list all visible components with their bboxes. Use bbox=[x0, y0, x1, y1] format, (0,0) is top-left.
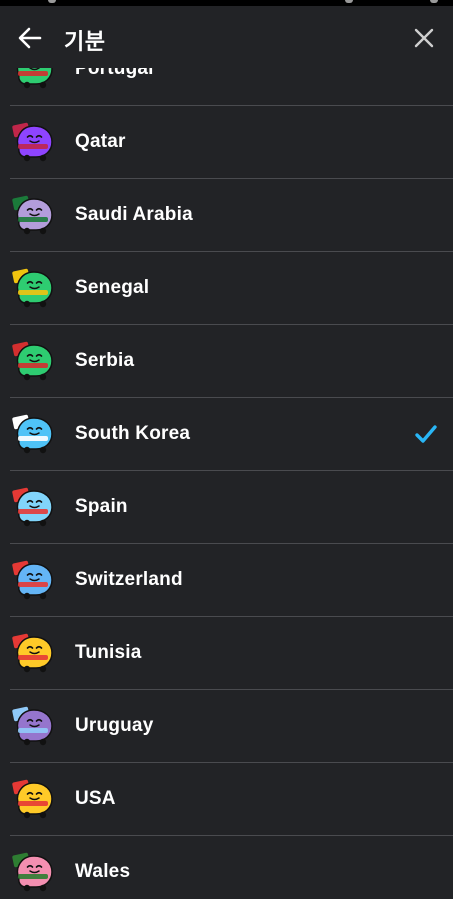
mood-label: Wales bbox=[75, 861, 131, 882]
list-item[interactable]: Tunisia bbox=[10, 617, 453, 690]
mood-label: Saudi Arabia bbox=[75, 204, 193, 225]
status-icon bbox=[345, 0, 353, 3]
list-item[interactable]: Spain bbox=[10, 471, 453, 544]
mood-avatar-icon bbox=[12, 558, 56, 602]
status-icon bbox=[48, 0, 56, 3]
list-item[interactable]: Switzerland bbox=[10, 544, 453, 617]
mood-label: Spain bbox=[75, 496, 128, 517]
mood-label: USA bbox=[75, 788, 116, 809]
mood-label: Switzerland bbox=[75, 569, 183, 590]
mood-avatar-icon bbox=[12, 631, 56, 675]
close-icon bbox=[414, 28, 434, 48]
close-button[interactable] bbox=[408, 22, 440, 54]
list-item[interactable]: Wales bbox=[10, 836, 453, 899]
checkmark-icon bbox=[414, 423, 438, 445]
mood-avatar-icon bbox=[12, 120, 56, 164]
status-icon bbox=[430, 0, 438, 3]
list-item[interactable]: Serbia bbox=[10, 325, 453, 398]
mood-label: Serbia bbox=[75, 350, 135, 371]
mood-avatar-icon bbox=[12, 704, 56, 748]
mood-avatar-icon bbox=[12, 850, 56, 894]
list-item[interactable]: USA bbox=[10, 763, 453, 836]
list-item[interactable]: Saudi Arabia bbox=[10, 179, 453, 252]
mood-list[interactable]: Portugal Qatar Saudi Arabia Senegal Serbia So… bbox=[0, 33, 453, 899]
mood-avatar-icon bbox=[12, 777, 56, 821]
page-title: 기분 bbox=[64, 29, 106, 54]
list-item[interactable]: Qatar bbox=[10, 106, 453, 179]
mood-label: Senegal bbox=[75, 277, 150, 298]
list-item[interactable]: South Korea bbox=[10, 398, 453, 471]
mood-avatar-icon bbox=[12, 485, 56, 529]
app-header: 기분 bbox=[0, 6, 453, 68]
mood-avatar-icon bbox=[12, 266, 56, 310]
arrow-left-icon bbox=[18, 27, 42, 49]
mood-label: Tunisia bbox=[75, 642, 142, 663]
list-item[interactable]: Senegal bbox=[10, 252, 453, 325]
back-button[interactable] bbox=[14, 22, 46, 54]
mood-avatar-icon bbox=[12, 412, 56, 456]
mood-label: Qatar bbox=[75, 131, 126, 152]
mood-avatar-icon bbox=[12, 193, 56, 237]
mood-label: South Korea bbox=[75, 423, 191, 444]
list-item[interactable]: Uruguay bbox=[10, 690, 453, 763]
mood-avatar-icon bbox=[12, 339, 56, 383]
mood-label: Uruguay bbox=[75, 715, 154, 736]
